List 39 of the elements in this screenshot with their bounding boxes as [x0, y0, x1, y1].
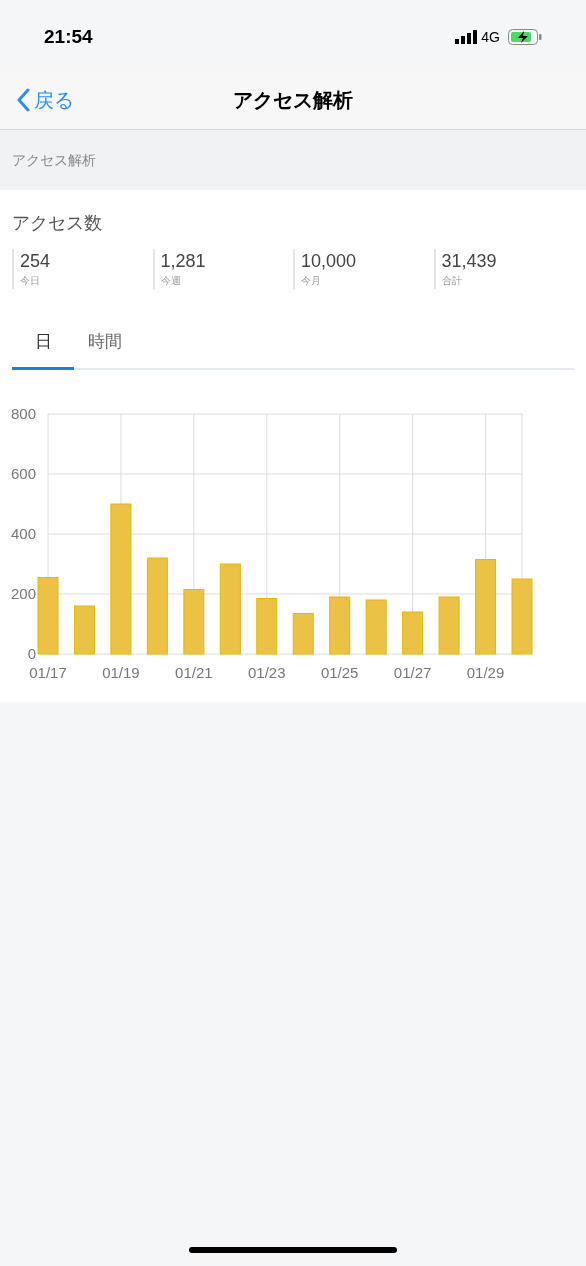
- bar: [292, 612, 314, 654]
- tab[interactable]: 日: [12, 329, 74, 370]
- bar: [365, 599, 387, 654]
- card-title: アクセス数: [12, 213, 102, 233]
- bar: [438, 596, 460, 654]
- x-axis-label: 01/21: [175, 663, 213, 681]
- y-axis-label: 800: [10, 404, 36, 422]
- stat-value: 254: [20, 250, 52, 273]
- stat-value: 31,439: [441, 250, 498, 273]
- stat-label: 今月: [301, 274, 322, 288]
- x-axis-label: 01/17: [29, 663, 67, 681]
- tab[interactable]: 時間: [74, 329, 136, 370]
- x-axis-label: 01/29: [466, 663, 505, 681]
- y-axis-label: 0: [27, 644, 36, 662]
- stat-label: 合計: [441, 274, 463, 288]
- y-axis-label: 600: [10, 464, 36, 482]
- stat-value: 10,000: [301, 250, 358, 273]
- back-button[interactable]: 戻る: [0, 84, 74, 115]
- x-axis-label: 01/25: [320, 663, 359, 681]
- chevron-left-icon: [16, 87, 30, 112]
- section-header: アクセス解析: [12, 150, 96, 170]
- page-title: アクセス解析: [233, 87, 353, 113]
- y-axis-label: 400: [10, 524, 36, 542]
- y-axis-label: 200: [10, 584, 36, 602]
- bar: [73, 605, 95, 654]
- stat-value: 1,281: [160, 250, 207, 273]
- status-time: 21:54: [44, 24, 93, 49]
- stat-label: 今日: [20, 274, 41, 288]
- bar: [329, 596, 351, 654]
- bar: [256, 597, 278, 654]
- signal-icon: [455, 30, 478, 44]
- stat-label: 今週: [160, 274, 182, 288]
- battery-charging-icon: [508, 29, 542, 45]
- x-axis-label: 01/27: [393, 663, 432, 681]
- x-axis-label: 01/23: [248, 663, 286, 681]
- network-label: 4G: [481, 27, 500, 47]
- x-axis-label: 01/19: [102, 663, 140, 681]
- bar: [183, 588, 205, 654]
- bar: [402, 611, 424, 654]
